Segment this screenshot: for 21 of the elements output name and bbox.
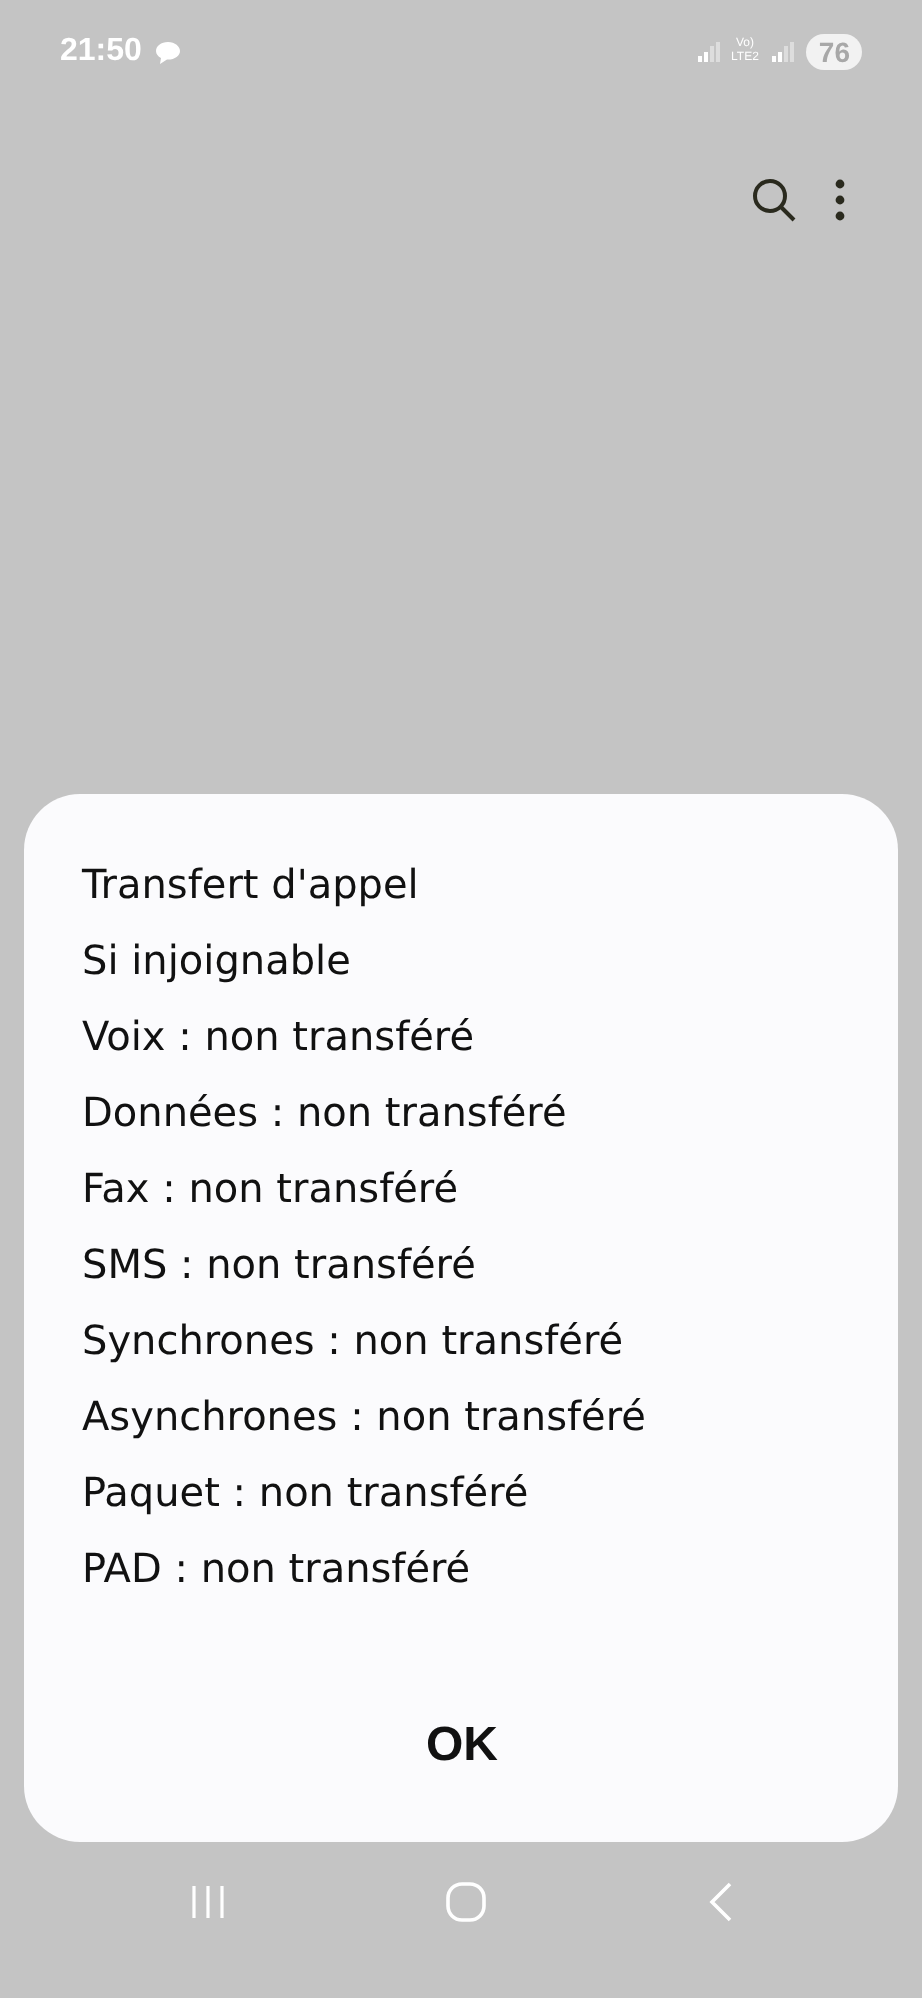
more-options-icon[interactable]: [834, 177, 846, 221]
home-icon[interactable]: [444, 1880, 489, 1924]
message-icon: [153, 39, 182, 65]
dialog-text-line: Fax : non transféré: [82, 1162, 461, 1216]
battery-level: 76: [806, 34, 862, 70]
dialog-text-line: Données : non transféré: [82, 1086, 569, 1140]
dialog-text-line: PAD : non transféré: [82, 1542, 473, 1596]
signal-icon: [770, 40, 795, 64]
ok-button[interactable]: OK: [378, 1702, 546, 1790]
back-icon[interactable]: [705, 1880, 734, 1924]
recent-apps-icon[interactable]: [188, 1884, 229, 1920]
dialog-text-line: SMS : non transféré: [82, 1238, 478, 1292]
status-time: 21:50: [60, 34, 142, 70]
dialog-text-line: Si injoignable: [82, 934, 353, 988]
dialog-text-line: Asynchrones : non transféré: [82, 1390, 648, 1444]
dialog-text-line: Synchrones : non transféré: [82, 1314, 626, 1368]
signal-icon: [695, 40, 720, 64]
dialog-text-line: Transfert d'appel: [82, 858, 421, 912]
dialog-text-line: Voix : non transféré: [82, 1010, 477, 1064]
search-icon[interactable]: [750, 175, 798, 223]
dialog-text-line: Paquet : non transféré: [82, 1466, 531, 1520]
